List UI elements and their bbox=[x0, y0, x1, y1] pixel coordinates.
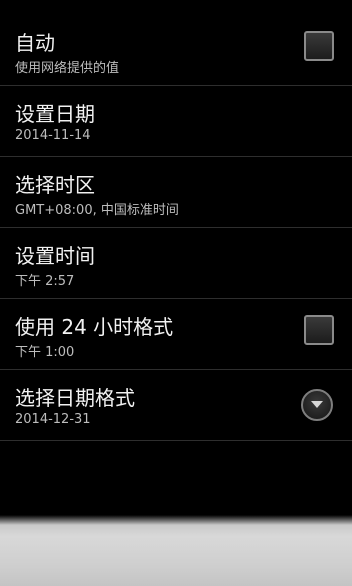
setting-title: 自动 bbox=[15, 31, 55, 55]
setting-auto[interactable]: 自动 使用网络提供的值 bbox=[0, 15, 352, 86]
setting-title: 选择日期格式 bbox=[15, 386, 135, 410]
bottom-shadow bbox=[0, 515, 352, 525]
setting-date-format[interactable]: 选择日期格式 2014-12-31 bbox=[0, 370, 352, 441]
date-time-settings-screen: 自动 使用网络提供的值 设置日期 2014-11-14 选择时区 GMT+08:… bbox=[0, 0, 352, 586]
setting-title: 使用 24 小时格式 bbox=[15, 315, 174, 339]
24-hour-checkbox[interactable] bbox=[304, 315, 334, 345]
setting-summary: 下午 2:57 bbox=[15, 274, 75, 289]
setting-24-hour-format[interactable]: 使用 24 小时格式 下午 1:00 bbox=[0, 299, 352, 370]
setting-set-time[interactable]: 设置时间 下午 2:57 bbox=[0, 228, 352, 299]
setting-summary: 2014-12-31 bbox=[15, 412, 91, 427]
setting-summary: 下午 1:00 bbox=[15, 345, 75, 360]
setting-summary: 使用网络提供的值 bbox=[15, 61, 120, 76]
setting-title: 设置时间 bbox=[15, 244, 95, 268]
date-format-dropdown-button[interactable] bbox=[301, 389, 333, 421]
setting-summary: 2014-11-14 bbox=[15, 128, 91, 143]
bottom-background bbox=[0, 515, 352, 586]
setting-select-timezone[interactable]: 选择时区 GMT+08:00, 中国标准时间 bbox=[0, 157, 352, 228]
setting-summary: GMT+08:00, 中国标准时间 bbox=[15, 203, 179, 218]
auto-checkbox[interactable] bbox=[304, 31, 334, 61]
chevron-down-icon bbox=[311, 401, 323, 408]
setting-set-date[interactable]: 设置日期 2014-11-14 bbox=[0, 86, 352, 157]
setting-title: 选择时区 bbox=[15, 173, 95, 197]
setting-title: 设置日期 bbox=[15, 102, 95, 126]
